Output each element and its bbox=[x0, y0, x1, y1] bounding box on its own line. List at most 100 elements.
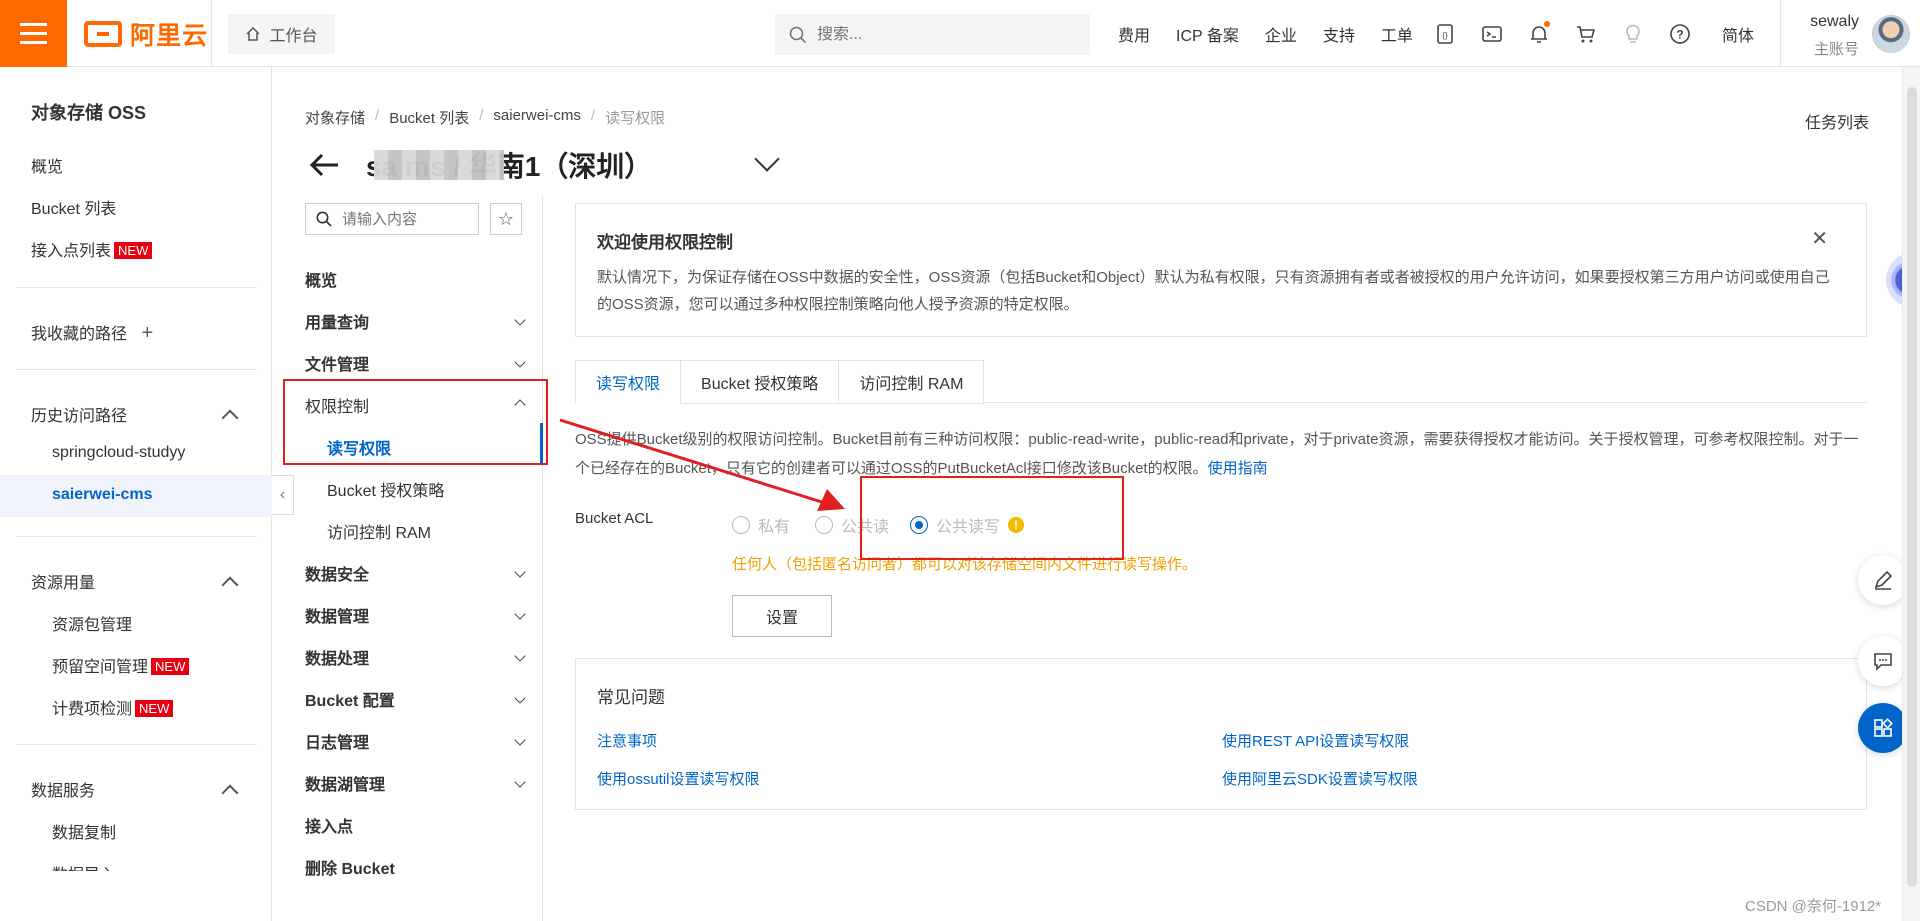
subnav-data-lake[interactable]: 数据湖管理 bbox=[305, 771, 385, 795]
chevron-down-icon[interactable] bbox=[754, 146, 780, 172]
sidebar-collapse-button[interactable]: ‹ bbox=[272, 475, 294, 515]
chevron-down-icon[interactable] bbox=[514, 314, 526, 326]
welcome-panel: 欢迎使用权限控制 默认情况下，为保证存储在OSS中数据的安全性，OSS资源（包括… bbox=[575, 203, 1867, 337]
sidebar-section-data-services[interactable]: 数据服务 bbox=[31, 777, 95, 801]
subnav-usage[interactable]: 用量查询 bbox=[305, 309, 369, 333]
language-switch[interactable]: 简体 bbox=[1722, 22, 1754, 46]
faq-link-rest-api[interactable]: 使用REST API设置读写权限 bbox=[1222, 730, 1409, 751]
sidebar-item-billing-check[interactable]: 计费项检测 NEW bbox=[52, 695, 174, 719]
guide-link[interactable]: 使用指南 bbox=[1208, 460, 1268, 477]
subnav-security[interactable]: 数据安全 bbox=[305, 561, 369, 585]
sidebar-item-access-points[interactable]: 接入点列表 NEW bbox=[31, 237, 153, 261]
new-badge: NEW bbox=[114, 242, 153, 259]
svg-text:?: ? bbox=[1676, 27, 1683, 41]
chevron-up-icon[interactable] bbox=[221, 409, 239, 427]
faq-panel: 常见问题 注意事项 使用REST API设置读写权限 使用ossutil设置读写… bbox=[575, 658, 1867, 810]
breadcrumb-item[interactable]: saierwei-cms bbox=[493, 107, 581, 128]
subnav-files[interactable]: 文件管理 bbox=[305, 351, 369, 375]
bucket-subnav: ☆ 概览 用量查询 文件管理 权限控制 读写权限 Bucket 授权策略 访问控… bbox=[293, 195, 543, 921]
sidebar-item-bucket-list[interactable]: Bucket 列表 bbox=[31, 195, 116, 219]
search-icon bbox=[316, 211, 332, 227]
tab-rw-permission[interactable]: 读写权限 bbox=[575, 360, 682, 404]
bell-icon[interactable] bbox=[1526, 20, 1552, 47]
edit-icon[interactable] bbox=[1858, 555, 1908, 605]
lightbulb-icon[interactable] bbox=[1620, 21, 1646, 47]
api-icon[interactable]: {} bbox=[1432, 21, 1458, 47]
sidebar-section-history[interactable]: 历史访问路径 bbox=[31, 402, 127, 426]
radio-circle[interactable] bbox=[815, 516, 833, 534]
subnav-bucket-config[interactable]: Bucket 配置 bbox=[305, 687, 395, 711]
help-icon[interactable]: ? bbox=[1667, 21, 1693, 47]
subnav-search[interactable] bbox=[305, 203, 479, 235]
svg-text:{}: {} bbox=[1442, 31, 1448, 40]
faq-link-sdk[interactable]: 使用阿里云SDK设置读写权限 bbox=[1222, 768, 1418, 789]
star-icon[interactable]: ☆ bbox=[490, 203, 522, 235]
nav-link-ticket[interactable]: 工单 bbox=[1381, 22, 1413, 46]
back-arrow-icon[interactable] bbox=[308, 148, 342, 182]
chevron-down-icon[interactable] bbox=[514, 692, 526, 704]
nav-link-enterprise[interactable]: 企业 bbox=[1265, 22, 1297, 46]
chevron-up-icon[interactable] bbox=[221, 576, 239, 594]
watermark: CSDN @奈何-1912* bbox=[1745, 898, 1882, 915]
history-item-saierwei[interactable]: saierwei-cms bbox=[52, 486, 153, 504]
breadcrumb-item[interactable]: Bucket 列表 bbox=[389, 107, 469, 128]
workbench-button[interactable]: 工作台 bbox=[228, 14, 335, 54]
aliyun-logo[interactable]: 阿里云 bbox=[84, 14, 208, 54]
nav-link-icp[interactable]: ICP 备案 bbox=[1176, 22, 1239, 46]
user-menu[interactable]: sewaly 主账号 bbox=[1780, 0, 1920, 67]
global-search[interactable] bbox=[775, 14, 1090, 55]
sidebar-section-resources[interactable]: 资源用量 bbox=[31, 569, 95, 593]
sidebar-item-data-replication[interactable]: 数据复制 bbox=[52, 819, 116, 843]
divider bbox=[16, 536, 257, 537]
sidebar-item-data-import[interactable]: 数据导入 bbox=[52, 861, 116, 871]
close-icon[interactable]: ✕ bbox=[1811, 226, 1828, 251]
terminal-icon[interactable] bbox=[1479, 21, 1505, 47]
chevron-down-icon[interactable] bbox=[514, 650, 526, 662]
breadcrumb: 对象存储 / Bucket 列表 / saierwei-cms / 读写权限 bbox=[305, 107, 666, 128]
radio-circle[interactable] bbox=[732, 516, 750, 534]
history-item-springcloud[interactable]: springcloud-studyy bbox=[52, 444, 185, 462]
favorites-label: 我收藏的路径 bbox=[31, 326, 128, 343]
plus-icon[interactable]: + bbox=[141, 322, 153, 344]
subnav-ram[interactable]: 访问控制 RAM bbox=[327, 519, 431, 543]
subnav-search-input[interactable] bbox=[342, 210, 462, 228]
username: sewaly bbox=[1810, 13, 1859, 30]
menu-icon[interactable] bbox=[0, 0, 67, 67]
notification-dot bbox=[1544, 20, 1550, 27]
chat-icon[interactable] bbox=[1858, 636, 1908, 686]
chevron-down-icon[interactable] bbox=[514, 566, 526, 578]
chevron-up-icon[interactable] bbox=[221, 784, 239, 802]
chevron-down-icon[interactable] bbox=[514, 776, 526, 788]
apps-icon[interactable] bbox=[1858, 703, 1908, 753]
faq-link-ossutil[interactable]: 使用ossutil设置读写权限 bbox=[597, 768, 760, 789]
subnav-data-management[interactable]: 数据管理 bbox=[305, 603, 369, 627]
search-input[interactable] bbox=[817, 25, 1057, 44]
scrollbar[interactable] bbox=[1902, 67, 1920, 921]
subnav-endpoint[interactable]: 接入点 bbox=[305, 813, 353, 837]
tab-bucket-policy[interactable]: Bucket 授权策略 bbox=[681, 360, 840, 404]
nav-link-support[interactable]: 支持 bbox=[1323, 22, 1355, 46]
subnav-bucket-policy[interactable]: Bucket 授权策略 bbox=[327, 477, 444, 501]
set-button[interactable]: 设置 bbox=[732, 595, 832, 637]
chevron-down-icon[interactable] bbox=[514, 608, 526, 620]
breadcrumb-item[interactable]: 对象存储 bbox=[305, 107, 365, 128]
avatar[interactable] bbox=[1872, 15, 1910, 53]
tab-ram[interactable]: 访问控制 RAM bbox=[839, 360, 985, 404]
sidebar-item-resource-packages[interactable]: 资源包管理 bbox=[52, 611, 132, 635]
chevron-down-icon[interactable] bbox=[514, 734, 526, 746]
sidebar-item-overview[interactable]: 概览 bbox=[31, 153, 63, 177]
scrollbar-thumb[interactable] bbox=[1907, 87, 1917, 887]
chevron-down-icon[interactable] bbox=[514, 356, 526, 368]
radio-private[interactable]: 私有 bbox=[732, 513, 790, 537]
sidebar-item-reserved-space[interactable]: 预留空间管理 NEW bbox=[52, 653, 190, 677]
new-badge: NEW bbox=[135, 700, 174, 717]
sidebar-item-favorites[interactable]: 我收藏的路径 + bbox=[31, 320, 153, 345]
subnav-processing[interactable]: 数据处理 bbox=[305, 645, 369, 669]
task-list-link[interactable]: 任务列表 bbox=[1805, 109, 1869, 133]
faq-link-notes[interactable]: 注意事项 bbox=[597, 730, 657, 751]
subnav-logs[interactable]: 日志管理 bbox=[305, 729, 369, 753]
subnav-overview[interactable]: 概览 bbox=[305, 267, 337, 291]
subnav-delete-bucket[interactable]: 删除 Bucket bbox=[305, 855, 395, 879]
nav-link-fees[interactable]: 费用 bbox=[1118, 22, 1150, 46]
cart-icon[interactable] bbox=[1573, 21, 1599, 47]
